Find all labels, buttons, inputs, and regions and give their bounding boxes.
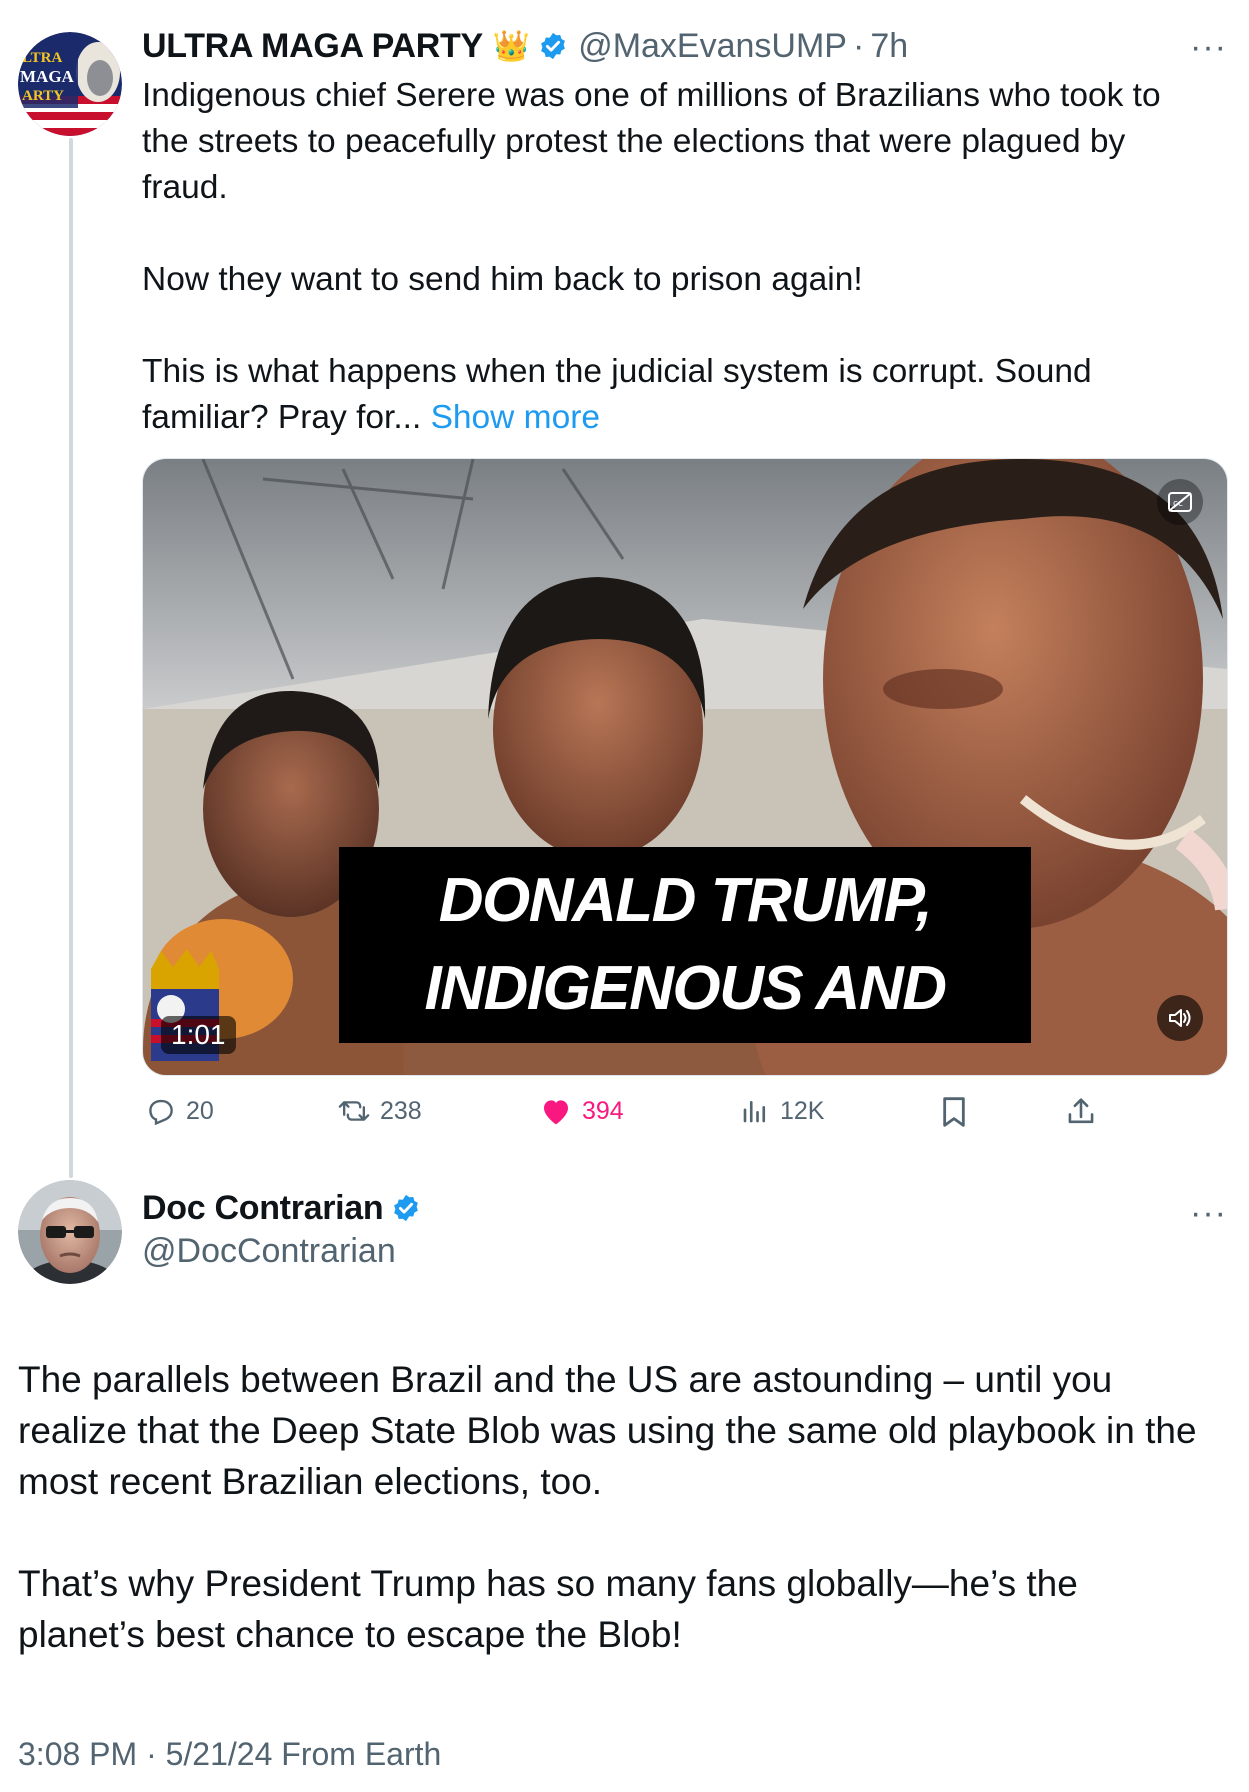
tweet-action-bar: 20 238 394 12K	[142, 1096, 1142, 1136]
thread-connector-line	[69, 138, 73, 1178]
video-player[interactable]: DONALD TRUMP, INDIGENOUS AND 1:01 cc	[142, 458, 1228, 1076]
closed-captions-off-icon[interactable]: cc	[1157, 479, 1203, 525]
repost-count: 238	[380, 1096, 422, 1125]
dot-separator: ·	[852, 26, 865, 65]
views-button[interactable]: 12K	[740, 1096, 824, 1126]
share-button[interactable]	[1066, 1096, 1096, 1128]
video-duration: 1:01	[161, 1016, 236, 1054]
bookmark-icon	[940, 1096, 968, 1128]
like-count: 394	[582, 1096, 624, 1125]
timestamp[interactable]: 3:08 PM · 5/21/24 From Earth	[18, 1736, 441, 1773]
svg-text:MAGA: MAGA	[20, 67, 75, 86]
speaker-icon[interactable]	[1157, 995, 1203, 1041]
reply-button[interactable]: 20	[146, 1096, 214, 1126]
verified-badge-icon	[391, 1193, 421, 1223]
show-more-link[interactable]: Show more	[431, 399, 600, 436]
author-name[interactable]: Doc Contrarian	[142, 1189, 384, 1228]
author-handle[interactable]: @DocContrarian	[142, 1232, 396, 1271]
time-ago[interactable]: 7h	[870, 27, 908, 66]
author-name[interactable]: ULTRA MAGA PARTY	[142, 27, 483, 66]
more-options-button[interactable]: ···	[1190, 30, 1227, 64]
tweet-text: Indigenous chief Serere was one of milli…	[142, 73, 1232, 441]
reply-text: The parallels between Brazil and the US …	[18, 1359, 1197, 1655]
avatar[interactable]: LTRA MAGA ARTY	[18, 32, 122, 136]
svg-text:ARTY: ARTY	[22, 88, 64, 104]
view-count: 12K	[780, 1096, 825, 1125]
caption-line-2: INDIGENOUS AND	[424, 954, 947, 1023]
repost-icon	[338, 1096, 370, 1126]
verified-badge-icon	[538, 31, 568, 61]
heart-filled-icon	[540, 1096, 572, 1126]
like-button[interactable]: 394	[540, 1096, 624, 1126]
crown-emoji: 👑	[492, 29, 531, 63]
share-icon	[1066, 1096, 1096, 1128]
tweet-header: ULTRA MAGA PARTY 👑 @MaxEvansUMP · 7h	[142, 24, 908, 68]
svg-text:LTRA: LTRA	[22, 50, 62, 66]
reply-header: Doc Contrarian	[142, 1186, 421, 1230]
caption-line-1: DONALD TRUMP,	[438, 866, 933, 935]
more-options-button[interactable]: ···	[1190, 1196, 1227, 1230]
reply-icon	[146, 1096, 176, 1126]
avatar[interactable]	[18, 1180, 122, 1284]
bookmark-button[interactable]	[940, 1096, 968, 1128]
video-caption: DONALD TRUMP, INDIGENOUS AND	[339, 847, 1031, 1043]
author-handle[interactable]: @MaxEvansUMP	[578, 27, 847, 66]
repost-button[interactable]: 238	[338, 1096, 422, 1126]
analytics-bars-icon	[740, 1096, 770, 1126]
reply-count: 20	[186, 1096, 214, 1125]
tweet-body: Indigenous chief Serere was one of milli…	[142, 77, 1161, 436]
